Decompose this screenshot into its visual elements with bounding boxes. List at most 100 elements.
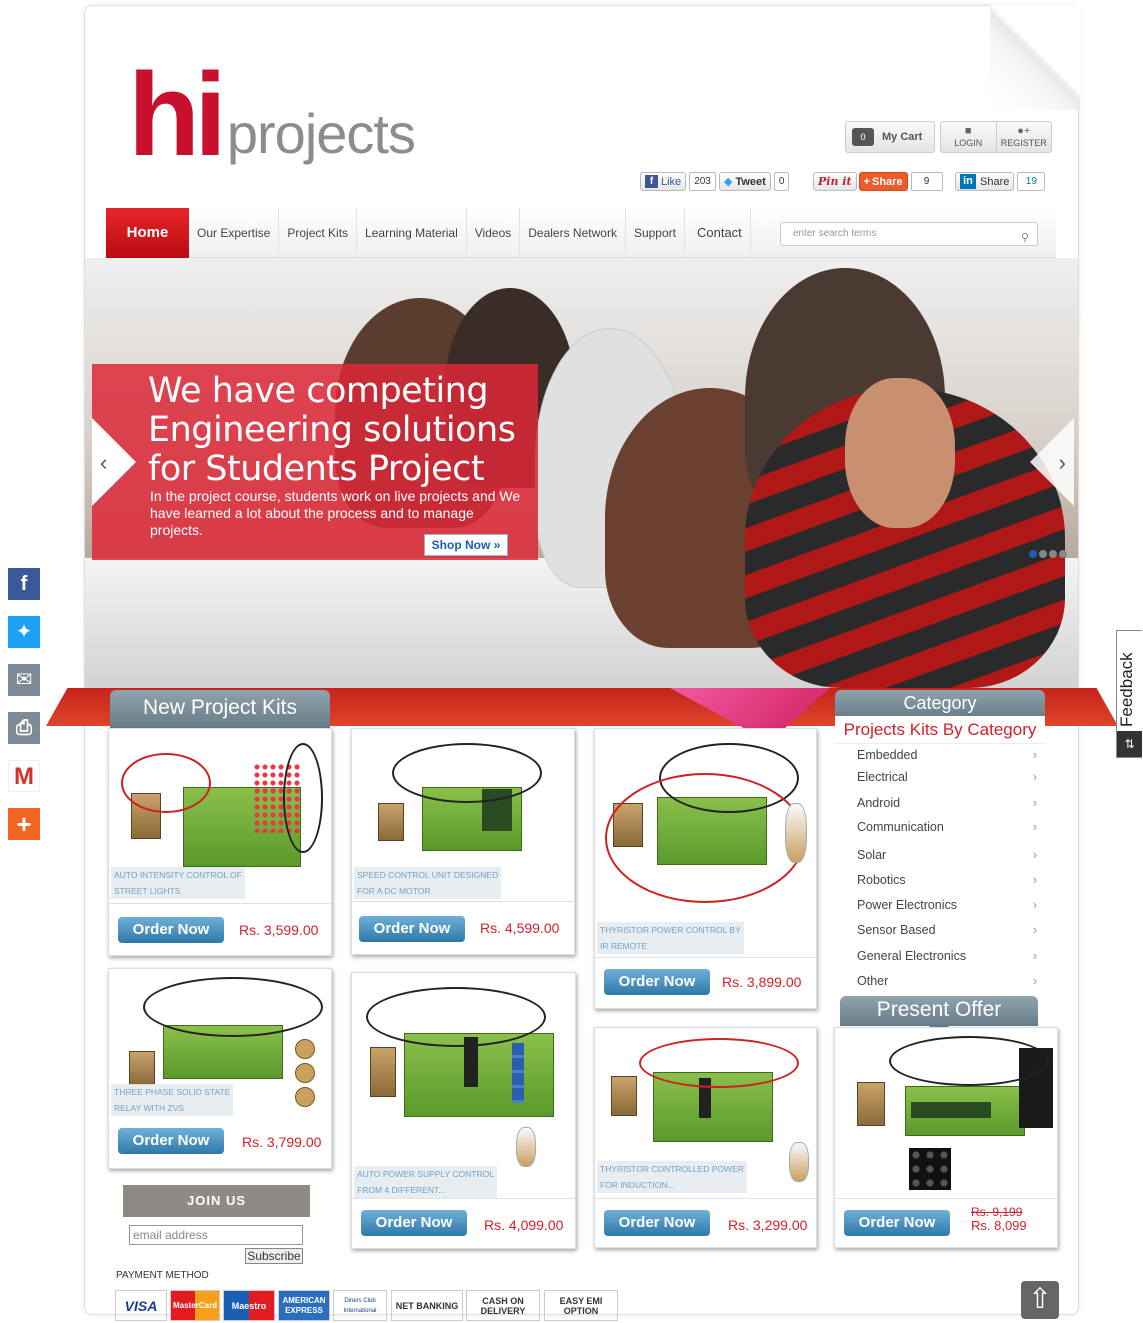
slider-dot[interactable] [1059,550,1067,558]
product-price: Rs. 3,799.00 [242,1134,322,1150]
category-item[interactable]: Android › [857,796,1037,810]
arrow-up-icon[interactable]: ⇧ [1021,1281,1059,1319]
category-label: Robotics [857,873,906,887]
linkedin-count: 19 [1017,172,1046,191]
nav-dealers-network[interactable]: Dealers Network [520,207,626,258]
facebook-icon[interactable]: f [8,568,40,600]
tweet-button[interactable]: ◆ Tweet [719,172,771,191]
linkedin-widget[interactable]: in Share 19 [955,172,1046,191]
pinit-button[interactable]: Pin it [813,172,857,191]
site-logo[interactable]: hi projects [128,49,416,181]
category-label: Sensor Based [857,923,936,937]
offer-product-image[interactable] [839,1032,1053,1194]
nav-videos[interactable]: Videos [467,207,521,258]
chevron-left-icon: ‹ [100,450,108,475]
product-image[interactable] [599,733,812,953]
potentiometer-image [295,1087,315,1107]
search-icon[interactable]: ⚲ [1021,227,1029,249]
gmail-icon[interactable]: M [8,760,40,792]
transformer-image [611,1076,637,1116]
linkedin-share-button[interactable]: in Share [955,172,1015,191]
transformer-image [857,1082,885,1126]
slider-dot[interactable] [1039,550,1047,558]
email-field[interactable]: email address [129,1225,303,1245]
shop-now-button[interactable]: Shop Now » [424,534,508,556]
category-item[interactable]: Power Electronics › [857,898,1037,912]
category-item[interactable]: General Electronics › [857,949,1037,963]
tweet-widget[interactable]: ◆ Tweet 0 [719,172,790,191]
present-offer-title: Present Offer [840,996,1038,1036]
product-caption-line: SPEED CONTROL UNIT DESIGNED [357,870,499,880]
keypad-image [909,1148,951,1190]
order-now-button[interactable]: Order Now [844,1210,950,1236]
category-label: General Electronics [857,949,967,963]
order-now-button[interactable]: Order Now [118,1128,224,1154]
nav-learning-material[interactable]: Learning Material [357,207,467,258]
facebook-like-button[interactable]: f Like [640,172,687,191]
nav-support[interactable]: Support [626,207,685,258]
print-icon[interactable]: ⎙ [8,712,40,744]
logo-projects: projects [226,102,416,165]
product-card[interactable]: SPEED CONTROL UNIT DESIGNED FOR A DC MOT… [351,728,575,955]
linkedin-share-label: Share [980,175,1010,188]
category-title: Category [835,690,1045,718]
order-now-button[interactable]: Order Now [361,1210,467,1236]
account-box: ■ LOGIN ●+ REGISTER [940,121,1052,153]
slider-dot[interactable] [1029,550,1037,558]
twitter-icon[interactable]: ✦ [8,616,40,648]
feedback-tab[interactable]: Feedback ⇅ [1116,630,1142,758]
card-divider [835,1198,1057,1199]
facebook-like-widget[interactable]: f Like 203 [640,172,716,191]
category-item[interactable]: Communication › [857,820,1037,834]
order-now-button[interactable]: Order Now [359,916,465,942]
order-now-button[interactable]: Order Now [604,1210,710,1236]
chevron-right-icon: › [1032,820,1037,834]
product-image[interactable] [356,977,571,1195]
category-item[interactable]: Embedded › [857,748,1037,762]
product-caption-line: RELAY WITH ZVS [114,1103,185,1113]
nav-home[interactable]: Home [106,207,189,258]
category-item[interactable]: Sensor Based › [857,923,1037,937]
register-button[interactable]: ●+ REGISTER [995,122,1052,152]
my-cart-button[interactable]: 0 My Cart [845,121,935,153]
card-divider [595,1198,816,1199]
product-price: Rs. 4,099.00 [484,1217,564,1233]
category-item[interactable]: Robotics › [857,873,1037,887]
page-curl [990,5,1080,110]
slider-dot[interactable] [1049,550,1057,558]
product-card[interactable]: THYRISTOR POWER CONTROL BY IR REMOTE Ord… [594,728,817,1009]
twitter-bird-icon: ◆ [724,176,733,188]
visa-icon: VISA [115,1290,167,1321]
product-caption-line: FOR INDUCTION... [600,1180,675,1190]
potentiometer-image [295,1063,315,1083]
product-card[interactable]: AUTO POWER SUPPLY CONTROL FROM 4 DIFFERE… [351,972,576,1249]
nav-our-expertise[interactable]: Our Expertise [189,207,280,258]
net-banking-icon: NET BANKING [391,1290,463,1321]
product-caption-line: AUTO INTENSITY CONTROL OF [114,870,242,880]
category-item[interactable]: Other › [857,974,1037,988]
pinterest-widget[interactable]: Pin it + Share 9 [813,172,943,191]
tweet-count: 0 [773,172,790,191]
hero-photo-person [845,378,955,528]
search-input[interactable]: enter search terms ⚲ [780,222,1038,246]
category-item[interactable]: Electrical › [857,770,1037,784]
plus-icon[interactable]: + [8,808,40,840]
product-card[interactable]: THREE PHASE SOLID STATE RELAY WITH ZVS O… [108,968,332,1169]
category-item[interactable]: Solar › [857,848,1037,862]
share-button[interactable]: + Share [858,172,908,191]
chevron-right-icon: › [1032,898,1037,912]
offer-card[interactable]: Order Now Rs. 9,199 Rs. 8,099 [834,1027,1058,1248]
email-icon[interactable]: ✉ [8,664,40,696]
product-card[interactable]: AUTO INTENSITY CONTROL OF STREET LIGHTS … [108,728,332,956]
order-now-button[interactable]: Order Now [118,917,224,943]
nav-contact[interactable]: Contact [685,207,751,258]
bulb-image [516,1127,536,1167]
order-now-button[interactable]: Order Now [604,969,710,995]
card-divider [352,901,574,902]
subscribe-button[interactable]: Subscribe [245,1248,303,1264]
logo-hi: hi [128,49,227,181]
product-card[interactable]: THYRISTOR CONTROLLED POWER FOR INDUCTION… [594,1027,817,1248]
like-count: 203 [689,172,716,191]
login-button[interactable]: ■ LOGIN [941,122,996,152]
nav-project-kits[interactable]: Project Kits [279,207,358,258]
